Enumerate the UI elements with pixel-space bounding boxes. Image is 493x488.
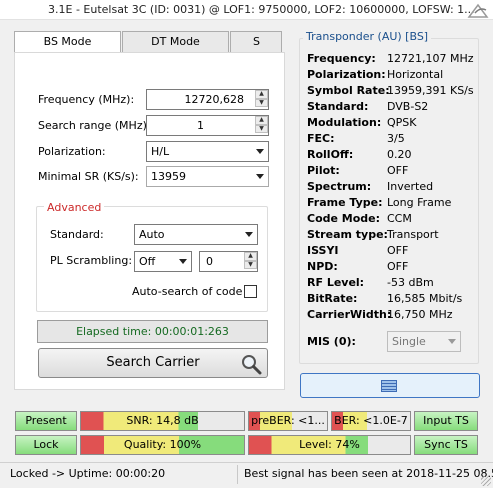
spin-down-icon[interactable]: ▼ (255, 124, 268, 133)
transponder-title: Transponder (AU) [BS] (303, 30, 432, 43)
min-sr-label: Minimal SR (KS/s): (38, 170, 139, 183)
lock-indicator: Lock (15, 435, 77, 455)
status-best-signal: Best signal has been seen at 2018-11-25 … (244, 467, 493, 480)
search-carrier-label: Search Carrier (106, 355, 200, 370)
preber-meter: preBER: <1... (248, 411, 328, 431)
tab-s[interactable]: S (230, 31, 282, 53)
tp-value-polarization: Horizontal (387, 68, 444, 81)
tp-key-code-mode: Code Mode: (307, 212, 381, 225)
tp-value-pilot: OFF (387, 164, 409, 177)
level-text: Level: 74% (299, 438, 360, 451)
level-meter: Level: 74% (248, 435, 411, 455)
polarization-select[interactable]: H/L (146, 141, 269, 162)
auto-search-label: Auto-search of code (132, 285, 243, 298)
tp-value-bitrate: 16,585 Mbit/s (387, 292, 463, 305)
tp-value-code-mode: CCM (387, 212, 412, 225)
tp-key-spectrum: Spectrum: (307, 180, 372, 193)
tp-key-issyi: ISSYI (307, 244, 339, 257)
mis-value: Single (392, 335, 426, 348)
elapsed-time: Elapsed time: 00:00:01:263 (37, 320, 268, 343)
tp-value-rf-level: -53 dBm (387, 276, 434, 289)
min-sr-select[interactable]: 13959 (146, 166, 269, 187)
status-separator (237, 465, 238, 484)
tp-value-stream-type: Transport (387, 228, 439, 241)
pl-scrambling-mode-value: Off (139, 255, 156, 268)
tp-key-frequency: Frequency: (307, 52, 376, 65)
tab-dt-mode[interactable]: DT Mode (122, 31, 229, 53)
chevron-down-icon (245, 232, 253, 237)
frequency-label: Frequency (MHz): (38, 93, 135, 106)
tp-key-npd: NPD: (307, 260, 338, 273)
present-indicator: Present (15, 411, 77, 431)
input-ts-indicator: Input TS (414, 411, 478, 431)
snr-meter: SNR: 14,8 dB (80, 411, 245, 431)
spin-down-icon[interactable]: ▼ (244, 260, 257, 269)
status-uptime: Locked -> Uptime: 00:00:20 (10, 467, 166, 480)
tp-value-frequency: 12721,107 MHz (387, 52, 474, 65)
tp-key-pilot: Pilot: (307, 164, 340, 177)
tp-key-modulation: Modulation: (307, 116, 382, 129)
search-range-spinner[interactable]: ▲ ▼ (255, 116, 268, 133)
quality-meter: Quality: 100% (80, 435, 245, 455)
tp-value-spectrum: Inverted (387, 180, 434, 193)
snr-text: SNR: 14,8 dB (126, 414, 199, 427)
tp-key-standard: Standard: (307, 100, 369, 113)
window-title: 3.1E - Eutelsat 3C (ID: 0031) @ LOF1: 97… (48, 3, 475, 16)
tp-key-polarization: Polarization: (307, 68, 386, 81)
advanced-title: Advanced (44, 201, 105, 214)
pl-scrambling-label: PL Scrambling: (50, 254, 133, 267)
mis-label: MIS (0): (307, 335, 356, 348)
quality-text: Quality: 100% (123, 438, 202, 451)
satellite-dish-icon (467, 3, 489, 18)
tp-value-carrier-width: 16,750 MHz (387, 308, 453, 321)
sync-ts-indicator: Sync TS (414, 435, 478, 455)
list-view-button[interactable] (300, 373, 480, 398)
pl-scrambling-mode-select[interactable]: Off (134, 251, 192, 272)
chevron-down-icon (179, 259, 187, 264)
ber-meter: BER: <1.0E-7 (331, 411, 411, 431)
auto-search-checkbox[interactable] (244, 285, 257, 298)
chevron-down-icon (448, 339, 456, 344)
list-icon (381, 380, 397, 392)
tp-key-rf-level: RF Level: (307, 276, 365, 289)
tp-value-symbol-rate: 13959,391 KS/s (387, 84, 474, 97)
search-range-label: Search range (MHz): (38, 119, 151, 132)
ber-text: BER: <1.0E-7 (334, 414, 408, 427)
tp-key-bitrate: BitRate: (307, 292, 358, 305)
spin-up-icon[interactable]: ▲ (255, 90, 268, 99)
tp-key-stream-type: Stream type: (307, 228, 388, 241)
mis-select[interactable]: Single (387, 331, 461, 352)
polarization-label: Polarization: (38, 145, 106, 158)
standard-select[interactable]: Auto (134, 224, 258, 245)
chevron-down-icon (256, 174, 264, 179)
tp-key-carrier-width: CarrierWidth: (307, 308, 392, 321)
tp-value-modulation: QPSK (387, 116, 417, 129)
tp-value-npd: OFF (387, 260, 409, 273)
tp-value-standard: DVB-S2 (387, 100, 429, 113)
preber-text: preBER: <1... (251, 414, 325, 427)
tp-value-fec: 3/5 (387, 132, 405, 145)
frequency-spinner[interactable]: ▲ ▼ (255, 90, 268, 107)
search-carrier-button[interactable]: Search Carrier (38, 348, 268, 378)
tp-key-rolloff: RollOff: (307, 148, 354, 161)
polarization-value: H/L (151, 145, 170, 158)
resize-grip-icon[interactable] (481, 476, 491, 486)
tp-value-rolloff: 0.20 (387, 148, 412, 161)
spin-down-icon[interactable]: ▼ (255, 98, 268, 107)
tp-value-frame-type: Long Frame (387, 196, 452, 209)
spin-up-icon[interactable]: ▲ (244, 252, 257, 261)
tab-bs-mode[interactable]: BS Mode (14, 31, 121, 54)
chevron-down-icon (256, 149, 264, 154)
standard-label: Standard: (50, 228, 104, 241)
magnifier-icon (242, 355, 262, 375)
tp-key-frame-type: Frame Type: (307, 196, 383, 209)
tp-key-symbol-rate: Symbol Rate: (307, 84, 390, 97)
standard-value: Auto (139, 228, 165, 241)
pl-scrambling-spinner[interactable]: ▲ ▼ (244, 252, 257, 269)
min-sr-value: 13959 (151, 170, 186, 183)
tp-key-fec: FEC: (307, 132, 335, 145)
tp-value-issyi: OFF (387, 244, 409, 257)
spin-up-icon[interactable]: ▲ (255, 116, 268, 125)
